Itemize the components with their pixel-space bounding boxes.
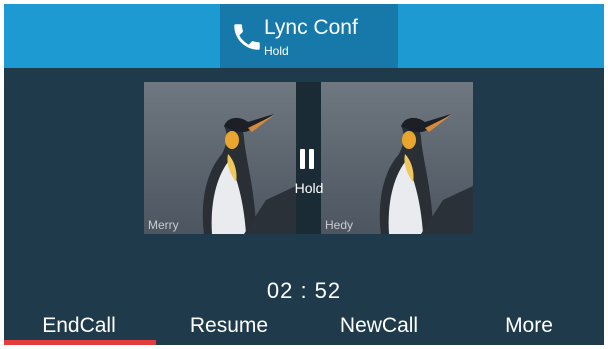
participant-name: Hedy (325, 218, 354, 232)
endcall-button[interactable]: EndCall (4, 310, 156, 345)
status-header: Lync Conf Hold (4, 4, 604, 68)
participant-video-hedy: Hedy (321, 82, 473, 234)
penguin-image (321, 82, 473, 234)
call-timer: 02 : 52 (266, 278, 342, 303)
phone-icon (234, 24, 260, 50)
newcall-button[interactable]: NewCall (304, 310, 454, 345)
call-status: Hold (264, 44, 289, 58)
hold-label: Hold (294, 180, 324, 196)
participant-name: Merry (148, 218, 179, 232)
pause-icon (300, 149, 314, 169)
participant-video-merry: Merry (144, 82, 296, 234)
phone-screen: Lync Conf Hold Merry Hedy Hold 02: 52 E… (4, 4, 604, 345)
resume-button[interactable]: Resume (154, 310, 304, 345)
softkey-bar: EndCall Resume NewCall More (4, 310, 604, 345)
more-button[interactable]: More (454, 310, 604, 345)
call-title-box: Lync Conf Hold (220, 4, 398, 68)
call-title: Lync Conf (264, 16, 358, 39)
penguin-image (144, 82, 296, 234)
